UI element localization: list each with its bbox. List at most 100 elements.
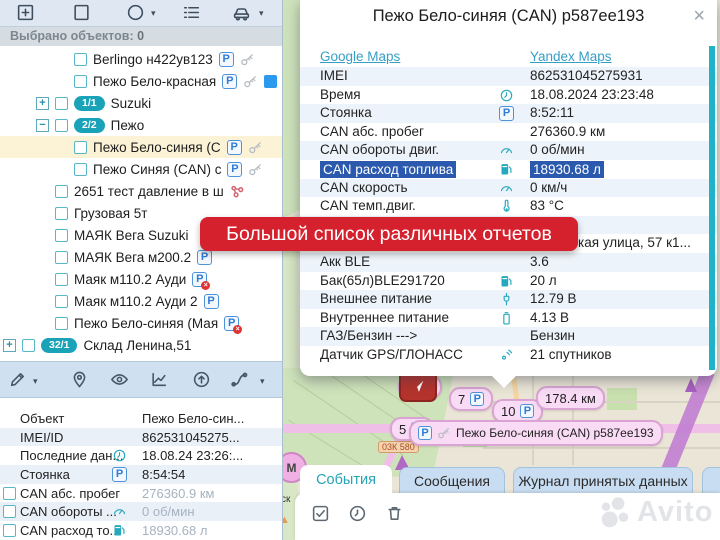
tree-item[interactable]: Berlingo н422ув123 P <box>0 48 282 70</box>
google-maps-link[interactable]: Google Maps <box>320 49 400 64</box>
tree-item[interactable]: 2651 тест давление в ш <box>0 180 282 202</box>
tab-partial[interactable] <box>702 467 720 494</box>
parking-icon: P <box>227 162 242 177</box>
parking-icon: P <box>227 140 242 155</box>
item-checkbox[interactable] <box>55 295 68 308</box>
clock-lg-icon[interactable] <box>348 504 367 528</box>
map-links-row: Google Maps Yandex Maps <box>300 49 717 67</box>
popup-row: CAN расход топлива18930.68 л <box>300 160 717 179</box>
popup-row: IMEI862531045275931 <box>300 67 717 86</box>
item-checkbox[interactable] <box>74 53 87 66</box>
key-icon <box>240 52 255 67</box>
item-checkbox[interactable] <box>55 185 68 198</box>
tree-item-label: 2651 тест давление в ш <box>74 184 224 199</box>
square-icon[interactable] <box>72 3 91 27</box>
detail-value: 0 об/мин <box>142 504 195 519</box>
upload-icon[interactable] <box>192 370 211 394</box>
popup-scrollbar[interactable] <box>709 46 715 370</box>
plug-icon <box>499 292 514 307</box>
tree-item[interactable]: Пежо Синяя (CAN) сP <box>0 158 282 180</box>
map-vehicle-label[interactable]: P Пежо Бело-синяя (CAN) p587ee193 <box>409 420 663 446</box>
tab-messages[interactable]: Сообщения <box>399 467 505 494</box>
detail-value: 276360.9 км <box>142 486 214 501</box>
detail-row: CAN обороты ...0 об/мин <box>0 502 282 521</box>
item-checkbox[interactable] <box>22 339 35 352</box>
yandex-maps-link[interactable]: Yandex Maps <box>530 49 612 64</box>
parking-icon: P <box>219 52 234 67</box>
tree-item-label: Грузовая 5т <box>74 206 148 221</box>
pin-icon[interactable] <box>70 370 89 394</box>
tree-item[interactable]: −2/2Пежо <box>0 114 282 136</box>
checkbox-checked-icon[interactable] <box>311 504 330 528</box>
vehicle-label-text: Пежо Бело-синяя (CAN) p587ee193 <box>456 426 654 440</box>
popup-pointer <box>491 375 517 388</box>
item-checkbox[interactable] <box>74 163 87 176</box>
add-square-icon[interactable] <box>16 3 35 27</box>
popup-row: ГАЗ/Бензин --->Бензин <box>300 327 717 346</box>
chevron-down-icon[interactable]: ▾ <box>260 376 265 387</box>
popup-row-label: CAN обороты двиг. <box>320 142 439 157</box>
item-checkbox[interactable] <box>55 317 68 330</box>
tree-item[interactable]: Пежо Бело-краснаяP <box>0 70 282 92</box>
eye-icon[interactable] <box>110 370 129 394</box>
item-checkbox[interactable] <box>55 273 68 286</box>
popup-row: Время18.08.2024 23:23:48 <box>300 86 717 105</box>
chart-icon[interactable] <box>150 370 169 394</box>
detail-label: Последние дан... <box>20 448 123 463</box>
cluster-count: 7 <box>458 392 465 407</box>
list-icon[interactable] <box>182 3 201 27</box>
popup-row-value: 4.13 В <box>530 310 569 325</box>
tree-item[interactable]: +32/1Склад Ленина,51 <box>0 334 282 356</box>
car-icon[interactable] <box>232 3 251 27</box>
tree-item[interactable]: +1/1Suzuki <box>0 92 282 114</box>
item-checkbox[interactable] <box>55 207 68 220</box>
expand-icon[interactable]: + <box>3 339 16 352</box>
collapse-icon[interactable]: − <box>36 119 49 132</box>
sensor-checkbox[interactable] <box>3 505 16 518</box>
map-cluster-marker[interactable]: 7 P <box>449 387 493 411</box>
chevron-down-icon[interactable]: ▾ <box>151 8 156 19</box>
popup-row-value: 18930.68 л <box>530 161 604 178</box>
vehicle-info-popup: Пежо Бело-синяя (CAN) p587ee193 × Google… <box>300 0 717 376</box>
parking-icon: P <box>197 250 212 265</box>
detail-value: Пежо Бело-син... <box>142 411 244 426</box>
close-icon[interactable]: × <box>693 5 705 28</box>
item-checkbox[interactable] <box>55 229 68 242</box>
circle-select-icon[interactable] <box>126 3 145 27</box>
detail-row: ОбъектПежо Бело-син... <box>0 409 282 428</box>
sensor-checkbox[interactable] <box>3 487 16 500</box>
route-icon[interactable] <box>230 370 249 394</box>
fuel-icon <box>499 162 514 177</box>
sensors-icon <box>230 184 245 199</box>
tree-item-label: Маяк м110.2 Ауди 2 <box>74 294 198 309</box>
popup-row-label: Внутреннее питание <box>320 310 449 325</box>
tab-data-log[interactable]: Журнал принятых данных <box>513 467 693 494</box>
tree-item[interactable]: Пежо Бело-синяя (СP <box>0 136 282 158</box>
item-checkbox[interactable] <box>55 97 68 110</box>
popup-row: Бак(65л)BLE29172020 л <box>300 272 717 291</box>
tree-item[interactable]: Маяк м110.2 АудиP <box>0 268 282 290</box>
popup-row-value: 276360.9 км <box>530 124 605 139</box>
tab-events[interactable]: События <box>300 465 392 495</box>
navigation-arrow-icon <box>409 377 427 395</box>
objects-tree: Berlingo н422ув123 P Пежо Бело-краснаяP+1/… <box>0 48 282 361</box>
item-checkbox[interactable] <box>74 75 87 88</box>
pencil-icon[interactable] <box>8 370 27 394</box>
popup-row: CAN обороты двиг.0 об/мин <box>300 141 717 160</box>
popup-row: CAN темп.двиг.83 °C <box>300 197 717 216</box>
item-checkbox[interactable] <box>74 141 87 154</box>
trash-icon[interactable] <box>385 504 404 528</box>
tree-item[interactable]: Маяк м110.2 Ауди 2P <box>0 290 282 312</box>
parking-icon: P <box>499 106 514 121</box>
expand-icon[interactable]: + <box>36 97 49 110</box>
item-checkbox[interactable] <box>55 119 68 132</box>
popup-row: CAN абс. пробег276360.9 км <box>300 123 717 142</box>
tree-item-label: Berlingo н422ув123 <box>93 52 213 67</box>
parking-icon-off: P <box>192 272 207 287</box>
tree-item[interactable]: Пежо Бело-синяя (МаяP <box>0 312 282 334</box>
popup-row-value: 18.08.2024 23:23:48 <box>530 87 654 102</box>
item-checkbox[interactable] <box>55 251 68 264</box>
sensor-checkbox[interactable] <box>3 524 16 537</box>
chevron-down-icon[interactable]: ▾ <box>33 376 38 387</box>
chevron-down-icon[interactable]: ▾ <box>259 8 264 19</box>
